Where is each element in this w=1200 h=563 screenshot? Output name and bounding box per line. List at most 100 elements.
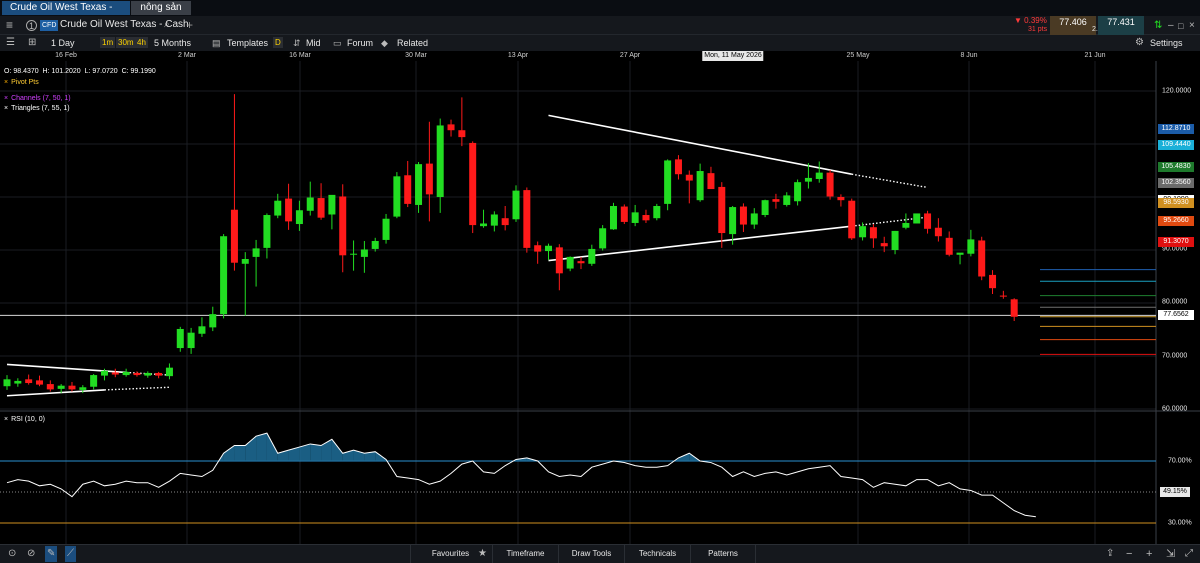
indicator-rsi[interactable]: × RSI (10, 0) [4,415,45,424]
settings-button[interactable]: Settings [1150,35,1183,51]
candle [664,159,672,211]
interval-1m-button[interactable]: 1m [100,37,116,48]
close-icon[interactable]: × [1189,18,1195,34]
price-tag: 98.5930 [1158,198,1194,208]
candle [642,209,650,223]
price-tag: 95.2660 [1158,216,1194,226]
candle-body [176,328,184,349]
price-axis-label: 120.0000 [1162,87,1192,95]
candle [220,234,228,319]
timeframe-select[interactable]: 1 Day [51,35,75,51]
candle [891,230,899,255]
candle [718,182,726,248]
technicals-menu[interactable]: Technicals [624,545,690,563]
candle-body [913,213,921,224]
hide-drawings-icon[interactable]: ⊘ [27,546,35,562]
candle [848,198,856,240]
fullscreen-icon[interactable]: ⤢ [1185,546,1193,562]
price-chart[interactable] [0,61,1200,544]
candle-body [653,206,661,219]
interval-30m-button[interactable]: 30m [116,37,136,48]
candle-body [674,159,682,175]
buy-price[interactable]: 77.431 [1098,16,1144,35]
date-label: 2 Mar [178,52,196,59]
related-button[interactable]: Related [397,35,428,51]
date-label: 13 Apr [507,52,529,59]
d-toggle[interactable]: D [273,37,283,48]
candle-body [155,372,163,376]
remove-icon[interactable]: × [4,416,8,423]
indicator-pivot[interactable]: × Pivot Pts [4,78,39,87]
crosshair-icon[interactable]: ⊙ [8,546,16,562]
zoom-out-icon[interactable]: − [1126,546,1132,562]
remove-icon[interactable]: × [4,105,8,112]
reset-zoom-icon[interactable]: ⇲ [1166,546,1175,562]
candle [187,327,195,354]
minimize-icon[interactable]: – [1168,18,1174,34]
remove-icon[interactable]: × [4,95,8,102]
range-select[interactable]: 5 Months [154,35,191,51]
maximize-icon[interactable]: □ [1178,18,1183,34]
interval-4h-button[interactable]: 4h [135,37,148,48]
layout-list-icon[interactable]: ☰ [6,35,15,51]
templates-button[interactable]: Templates [227,35,268,51]
candle-body [999,295,1007,297]
sell-price[interactable]: 77.406 [1050,16,1096,35]
candle-body [252,248,260,257]
draw-tools-menu[interactable]: Draw Tools [558,545,624,563]
indicator-channels[interactable]: × Channels (7, 50, 1) [4,94,71,103]
candle-body [620,206,628,222]
candle-body [794,182,802,202]
rsi-overbought-fill [331,439,343,461]
candle [393,172,401,219]
candle [425,121,433,222]
export-icon[interactable]: ⇪ [1106,546,1114,562]
candle-body [133,372,141,376]
search-icon[interactable]: ⌕ [164,17,170,33]
candle [837,194,845,207]
candle [480,209,488,228]
timeframe-menu[interactable]: Timeframe [492,545,558,563]
candle-body [230,209,238,263]
magnet-icon[interactable]: ⟋ [65,546,76,562]
date-label: 21 Jun [1084,52,1106,59]
candle [826,169,834,200]
trade-icon[interactable]: ⇅ [1154,18,1162,34]
pencil-icon[interactable]: ✎ [45,546,58,562]
candle-body [382,218,390,240]
candle [924,210,932,234]
candle-body [685,174,693,181]
candle-body [577,261,585,264]
candle-body [480,223,488,227]
candle-body [631,212,639,223]
price-axis-label: 70.0000 [1162,352,1188,360]
candle-body [815,172,823,179]
candle [739,203,747,232]
candle-body [566,256,574,269]
zoom-in-icon[interactable]: + [1146,546,1152,562]
candle [436,118,444,213]
candle-body [783,195,791,205]
tab-crude-oil[interactable]: Crude Oil West Texas - Cash [2,1,130,27]
candle-body [848,200,856,239]
tab-nong-san[interactable]: nông sản [131,1,191,15]
menu-icon[interactable]: ≡ [6,17,13,33]
patterns-menu[interactable]: Patterns [690,545,756,563]
add-instrument-icon[interactable]: + [186,17,193,33]
forum-button[interactable]: Forum [347,35,373,51]
candle-body [436,125,444,197]
remove-icon[interactable]: × [4,79,8,86]
grid-icon[interactable]: ⊞ [28,35,36,51]
indicator-triangles[interactable]: × Triangles (7, 55, 1) [4,104,70,113]
mid-price-select[interactable]: Mid [306,35,321,51]
star-icon[interactable]: ★ [478,546,487,562]
buy-price-value: 77.431 [1107,17,1135,27]
rsi-overbought-fill [223,445,235,461]
candle-body [934,227,942,237]
candle-body [209,314,217,328]
candle [35,375,43,387]
candle [339,184,347,273]
candle-body [534,245,542,252]
candle [447,119,455,137]
candle-body [3,379,11,387]
